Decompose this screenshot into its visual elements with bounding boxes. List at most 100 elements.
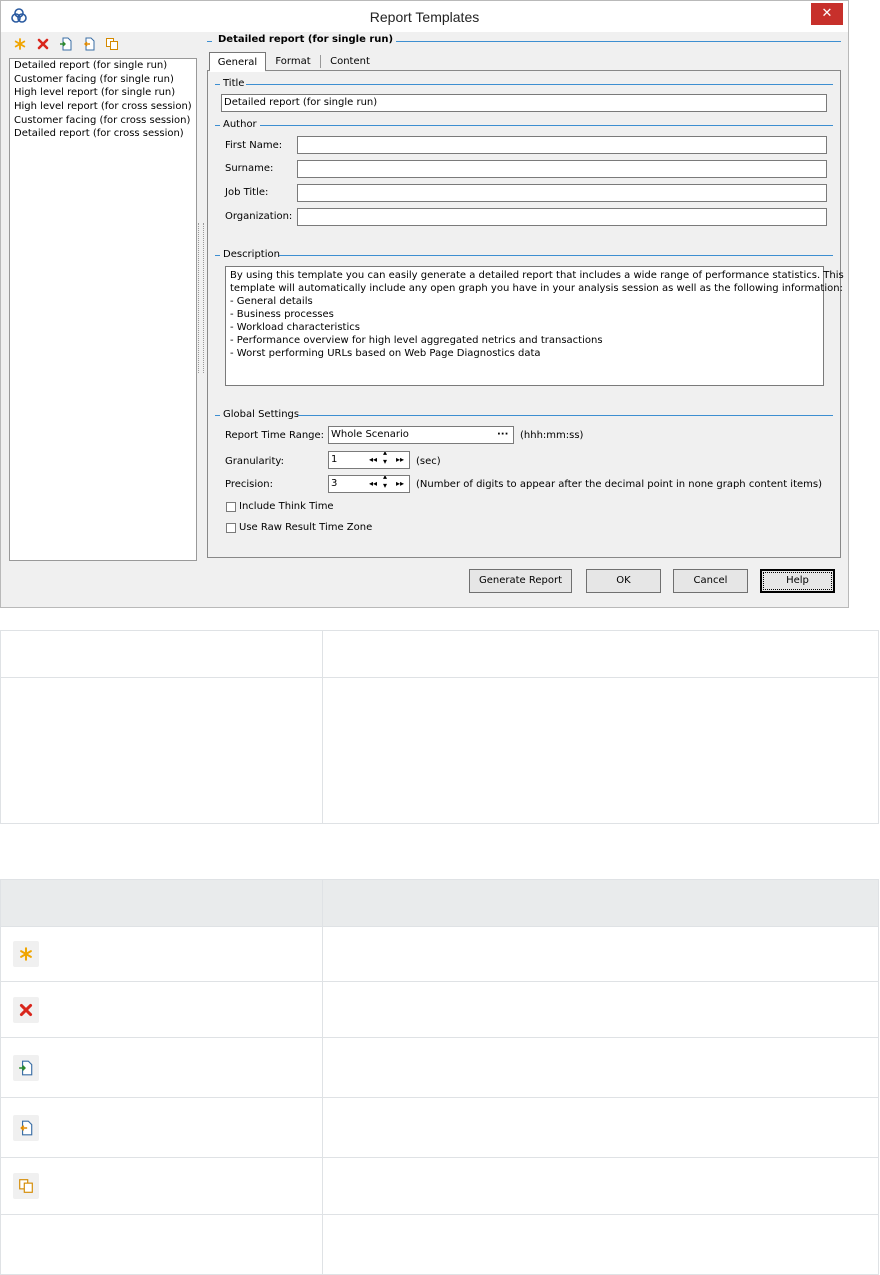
divider xyxy=(260,125,833,126)
forward-icon[interactable]: ▸▸ xyxy=(396,452,404,467)
description-textarea[interactable]: By using this template you can easily ge… xyxy=(225,266,844,386)
generate-report-button[interactable]: Generate Report xyxy=(469,569,572,593)
duplicate-template-icon xyxy=(13,1173,39,1199)
time-range-picker-button[interactable]: ··· xyxy=(497,427,508,442)
granularity-label: Granularity: xyxy=(225,456,284,467)
rewind-icon[interactable]: ◂◂ xyxy=(369,452,377,467)
table-header-cell xyxy=(322,879,879,927)
table-cell xyxy=(322,1037,879,1098)
new-template-icon xyxy=(13,941,39,967)
description-table xyxy=(0,630,879,824)
table-row xyxy=(0,677,879,824)
divider xyxy=(215,255,220,256)
duplicate-template-icon[interactable] xyxy=(105,37,120,51)
tab-content[interactable]: Content xyxy=(322,52,378,71)
table-row xyxy=(0,1037,879,1098)
divider xyxy=(246,84,833,85)
spin-updown-icon[interactable]: ▴ ▾ xyxy=(383,476,387,490)
include-think-time-label: Include Think Time xyxy=(239,501,334,512)
description-line: By using this template you can easily ge… xyxy=(230,270,844,281)
spin-updown-icon[interactable]: ▴ ▾ xyxy=(383,452,387,466)
table-cell xyxy=(322,630,879,678)
template-item[interactable]: Detailed report (for single run) xyxy=(10,59,196,73)
template-item[interactable]: Customer facing (for cross session) xyxy=(10,114,196,128)
surname-field[interactable] xyxy=(297,160,827,178)
table-row xyxy=(0,926,879,982)
rewind-icon[interactable]: ◂◂ xyxy=(369,476,377,491)
close-button[interactable]: ✕ xyxy=(811,3,843,25)
time-range-label: Report Time Range: xyxy=(225,430,325,441)
import-template-icon[interactable] xyxy=(59,37,74,51)
splitter-handle[interactable] xyxy=(198,223,204,373)
first-name-field[interactable] xyxy=(297,136,827,154)
title-bar: Report Templates ✕ xyxy=(1,1,848,32)
divider xyxy=(215,84,220,85)
precision-unit: (Number of digits to appear after the de… xyxy=(416,479,822,490)
precision-stepper[interactable]: 3 ◂◂ ▴ ▾ ▸▸ xyxy=(328,475,410,493)
close-icon: ✕ xyxy=(821,6,833,21)
description-line: template will automatically include any … xyxy=(230,283,843,294)
first-name-label: First Name: xyxy=(225,140,283,151)
granularity-stepper[interactable]: 1 ◂◂ ▴ ▾ ▸▸ xyxy=(328,451,410,469)
tab-general[interactable]: General xyxy=(209,52,266,71)
help-button-label: Help xyxy=(763,572,832,590)
tab-format[interactable]: Format xyxy=(267,52,319,71)
table-row xyxy=(0,630,879,678)
table-cell xyxy=(0,630,323,678)
divider xyxy=(215,415,220,416)
template-item[interactable]: Customer facing (for single run) xyxy=(10,73,196,87)
description-line: - Performance overview for high level ag… xyxy=(230,335,603,346)
job-title-label: Job Title: xyxy=(225,187,269,198)
title-field[interactable]: Detailed report (for single run) xyxy=(221,94,827,112)
divider xyxy=(389,41,841,42)
description-line: - Worst performing URLs based on Web Pag… xyxy=(230,348,541,359)
forward-icon[interactable]: ▸▸ xyxy=(396,476,404,491)
table-cell xyxy=(0,981,323,1038)
granularity-value: 1 xyxy=(331,454,338,465)
ok-button[interactable]: OK xyxy=(586,569,661,593)
table-header-cell xyxy=(0,879,323,927)
include-think-time-checkbox[interactable] xyxy=(226,502,236,512)
title-group-label: Title xyxy=(221,78,247,89)
table-cell xyxy=(0,1097,323,1158)
job-title-field[interactable] xyxy=(297,184,827,202)
export-template-icon[interactable] xyxy=(82,37,97,51)
table-cell xyxy=(0,1157,323,1215)
divider xyxy=(207,41,212,42)
time-range-field[interactable]: Whole Scenario ··· xyxy=(328,426,514,444)
delete-template-icon[interactable] xyxy=(36,37,51,51)
table-cell xyxy=(322,981,879,1038)
cancel-button[interactable]: Cancel xyxy=(673,569,748,593)
toolbar-icons-table xyxy=(0,879,879,1275)
table-header-row xyxy=(0,879,879,927)
organization-field[interactable] xyxy=(297,208,827,226)
delete-template-icon xyxy=(13,996,39,1023)
raw-time-zone-label: Use Raw Result Time Zone xyxy=(239,522,373,533)
template-item[interactable]: High level report (for single run) xyxy=(10,86,196,100)
description-line: - Business processes xyxy=(230,309,334,320)
global-settings-group-label: Global Settings xyxy=(221,409,302,420)
table-row xyxy=(0,981,879,1038)
import-template-icon xyxy=(13,1054,39,1081)
table-cell xyxy=(0,1037,323,1098)
divider xyxy=(298,415,833,416)
time-range-value: Whole Scenario xyxy=(331,429,409,440)
table-row xyxy=(0,1097,879,1158)
table-row xyxy=(0,1157,879,1215)
help-button[interactable]: Help xyxy=(760,569,835,593)
panel-header: Detailed report (for single run) xyxy=(215,34,397,45)
table-cell xyxy=(0,926,323,982)
description-line: - General details xyxy=(230,296,313,307)
tab-join xyxy=(210,70,265,72)
template-item[interactable]: High level report (for cross session) xyxy=(10,100,196,114)
window-title: Report Templates xyxy=(369,9,480,25)
precision-value: 3 xyxy=(331,478,338,489)
raw-time-zone-checkbox[interactable] xyxy=(226,523,236,533)
report-templates-dialog: Report Templates ✕ Detailed report (for … xyxy=(0,0,849,608)
time-range-unit: (hhh:mm:ss) xyxy=(520,430,584,441)
template-list[interactable]: Detailed report (for single run) Custome… xyxy=(9,58,197,561)
description-group-label: Description xyxy=(221,249,282,260)
tab-separator xyxy=(320,55,321,68)
new-template-icon[interactable] xyxy=(13,37,28,51)
template-item[interactable]: Detailed report (for cross session) xyxy=(10,127,196,141)
